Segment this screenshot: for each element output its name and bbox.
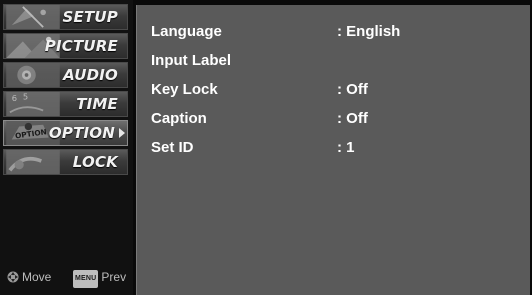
menu-item-option[interactable]: OPTION OPTION: [3, 120, 128, 146]
prev-hint-label: Prev: [101, 270, 127, 284]
menu-sidebar: SETUP PICTURE AUDIO 6 5 TIME OPTION OPTI…: [0, 0, 133, 295]
menu-key-icon: MENU: [73, 270, 99, 288]
arrow-right-icon: [119, 128, 125, 138]
option-label: Caption: [151, 110, 207, 127]
navigation-hints: Move MENU Prev: [0, 255, 133, 295]
option-row-input-label[interactable]: Input Label: [151, 50, 521, 72]
option-row-set-id[interactable]: Set ID : 1: [151, 137, 521, 159]
menu-item-label: SETUP: [62, 8, 118, 26]
menu-item-label: PICTURE: [44, 37, 118, 55]
tv-osd-screen: SETUP PICTURE AUDIO 6 5 TIME OPTION OPTI…: [0, 0, 532, 295]
prev-hint: MENU Prev: [73, 269, 127, 288]
option-label: Key Lock: [151, 81, 218, 98]
lock-icon: [6, 150, 60, 174]
clock-icon: 6 5: [6, 92, 60, 116]
menu-item-lock[interactable]: LOCK: [3, 149, 128, 175]
menu-item-label: LOCK: [72, 153, 118, 171]
option-label: Language: [151, 23, 222, 40]
menu-item-time[interactable]: 6 5 TIME: [3, 91, 128, 117]
option-value: : Off: [337, 81, 368, 98]
option-label: Input Label: [151, 52, 231, 69]
option-label: Set ID: [151, 139, 194, 156]
option-row-language[interactable]: Language : English: [151, 21, 521, 43]
move-hint: Move: [7, 269, 51, 285]
dpad-icon: [7, 271, 19, 283]
menu-item-label: TIME: [76, 95, 118, 113]
option-panel: Language : English Input Label Key Lock …: [136, 5, 530, 295]
move-hint-label: Move: [22, 270, 52, 284]
menu-item-picture[interactable]: PICTURE: [3, 33, 128, 59]
option-value: : Off: [337, 110, 368, 127]
option-row-caption[interactable]: Caption : Off: [151, 108, 521, 130]
satellite-dish-icon: [6, 5, 60, 29]
speaker-icon: [6, 63, 60, 87]
menu-item-label: AUDIO: [63, 66, 118, 84]
menu-item-label: OPTION: [48, 124, 115, 142]
option-value: : 1: [337, 139, 355, 156]
svg-text:6: 6: [12, 93, 17, 103]
svg-text:5: 5: [23, 92, 28, 101]
menu-item-setup[interactable]: SETUP: [3, 4, 128, 30]
option-row-key-lock[interactable]: Key Lock : Off: [151, 79, 521, 101]
option-value: : English: [337, 23, 401, 40]
menu-item-audio[interactable]: AUDIO: [3, 62, 128, 88]
